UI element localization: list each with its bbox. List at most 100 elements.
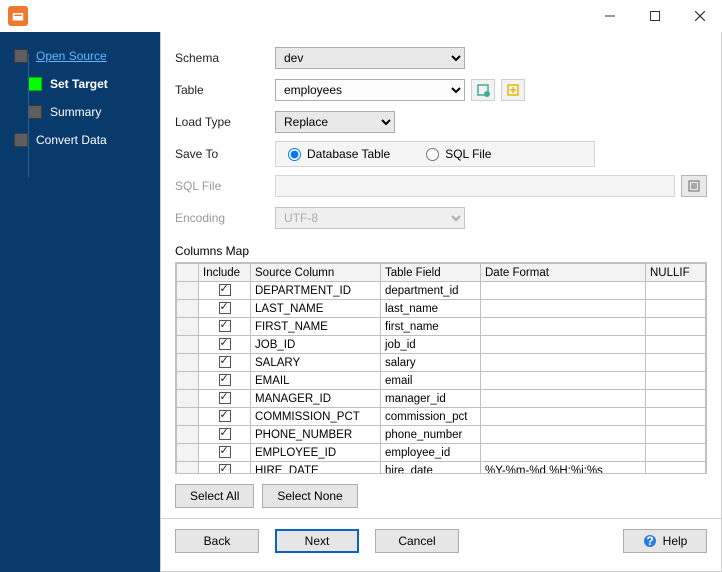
help-button[interactable]: ? Help — [623, 529, 707, 553]
cell-source[interactable]: COMMISSION_PCT — [251, 408, 381, 426]
cell-dateformat[interactable] — [481, 318, 646, 336]
row-header[interactable] — [177, 462, 199, 475]
cell-source[interactable]: PHONE_NUMBER — [251, 426, 381, 444]
row-header[interactable] — [177, 354, 199, 372]
sidebar-item-summary[interactable]: Summary — [0, 98, 160, 126]
cell-include[interactable] — [199, 318, 251, 336]
row-header[interactable] — [177, 408, 199, 426]
cell-field[interactable]: phone_number — [381, 426, 481, 444]
cell-include[interactable] — [199, 408, 251, 426]
next-button[interactable]: Next — [275, 529, 359, 553]
cell-field[interactable]: hire_date — [381, 462, 481, 475]
saveto-sqlfile-radio[interactable]: SQL File — [426, 147, 491, 161]
cell-source[interactable]: HIRE_DATE — [251, 462, 381, 475]
table-row[interactable]: COMMISSION_PCTcommission_pct — [177, 408, 706, 426]
table-row[interactable]: SALARYsalary — [177, 354, 706, 372]
cell-field[interactable]: last_name — [381, 300, 481, 318]
table-row[interactable]: PHONE_NUMBERphone_number — [177, 426, 706, 444]
table-row[interactable]: FIRST_NAMEfirst_name — [177, 318, 706, 336]
cell-include[interactable] — [199, 426, 251, 444]
row-header[interactable] — [177, 336, 199, 354]
cell-include[interactable] — [199, 336, 251, 354]
cell-source[interactable]: EMAIL — [251, 372, 381, 390]
cell-include[interactable] — [199, 372, 251, 390]
cell-source[interactable]: EMPLOYEE_ID — [251, 444, 381, 462]
cell-field[interactable]: employee_id — [381, 444, 481, 462]
cell-dateformat[interactable] — [481, 426, 646, 444]
cell-field[interactable]: department_id — [381, 282, 481, 300]
col-field[interactable]: Table Field — [381, 264, 481, 282]
cell-source[interactable]: LAST_NAME — [251, 300, 381, 318]
row-header[interactable] — [177, 282, 199, 300]
cell-include[interactable] — [199, 300, 251, 318]
cell-field[interactable]: salary — [381, 354, 481, 372]
table-row[interactable]: EMPLOYEE_IDemployee_id — [177, 444, 706, 462]
refresh-tables-button[interactable] — [471, 79, 495, 101]
cell-field[interactable]: commission_pct — [381, 408, 481, 426]
cell-nullif[interactable] — [646, 372, 706, 390]
cell-source[interactable]: MANAGER_ID — [251, 390, 381, 408]
cell-source[interactable]: JOB_ID — [251, 336, 381, 354]
select-all-button[interactable]: Select All — [175, 484, 254, 508]
window-minimize-button[interactable] — [587, 1, 632, 31]
sidebar-item-open-source[interactable]: Open Source — [0, 42, 160, 70]
sidebar-item-set-target[interactable]: Set Target — [0, 70, 160, 98]
col-source[interactable]: Source Column — [251, 264, 381, 282]
table-row[interactable]: DEPARTMENT_IDdepartment_id — [177, 282, 706, 300]
cell-include[interactable] — [199, 354, 251, 372]
cell-nullif[interactable] — [646, 390, 706, 408]
row-header[interactable] — [177, 444, 199, 462]
back-button[interactable]: Back — [175, 529, 259, 553]
cell-field[interactable]: first_name — [381, 318, 481, 336]
cell-include[interactable] — [199, 282, 251, 300]
select-none-button[interactable]: Select None — [262, 484, 357, 508]
row-header[interactable] — [177, 300, 199, 318]
cell-nullif[interactable] — [646, 282, 706, 300]
cell-nullif[interactable] — [646, 426, 706, 444]
cell-source[interactable]: DEPARTMENT_ID — [251, 282, 381, 300]
col-include[interactable]: Include — [199, 264, 251, 282]
cell-source[interactable]: FIRST_NAME — [251, 318, 381, 336]
cell-dateformat[interactable] — [481, 300, 646, 318]
cell-dateformat[interactable] — [481, 354, 646, 372]
cell-include[interactable] — [199, 444, 251, 462]
cell-nullif[interactable] — [646, 354, 706, 372]
table-row[interactable]: LAST_NAMElast_name — [177, 300, 706, 318]
sidebar-item-convert-data[interactable]: Convert Data — [0, 126, 160, 154]
cell-dateformat[interactable] — [481, 444, 646, 462]
row-header[interactable] — [177, 318, 199, 336]
columns-grid[interactable]: Include Source Column Table Field Date F… — [175, 262, 707, 474]
window-maximize-button[interactable] — [632, 1, 677, 31]
cancel-button[interactable]: Cancel — [375, 529, 459, 553]
cell-include[interactable] — [199, 462, 251, 475]
loadtype-select[interactable]: Replace — [275, 111, 395, 133]
sqlfile-browse-button[interactable] — [681, 175, 707, 197]
cell-field[interactable]: manager_id — [381, 390, 481, 408]
window-close-button[interactable] — [677, 1, 722, 31]
cell-nullif[interactable] — [646, 462, 706, 475]
cell-nullif[interactable] — [646, 318, 706, 336]
row-header[interactable] — [177, 390, 199, 408]
cell-include[interactable] — [199, 390, 251, 408]
schema-select[interactable]: dev — [275, 47, 465, 69]
table-row[interactable]: EMAILemail — [177, 372, 706, 390]
cell-field[interactable]: email — [381, 372, 481, 390]
cell-nullif[interactable] — [646, 300, 706, 318]
cell-source[interactable]: SALARY — [251, 354, 381, 372]
saveto-database-radio[interactable]: Database Table — [288, 147, 390, 161]
cell-field[interactable]: job_id — [381, 336, 481, 354]
cell-nullif[interactable] — [646, 408, 706, 426]
table-row[interactable]: MANAGER_IDmanager_id — [177, 390, 706, 408]
col-nullif[interactable]: NULLIF — [646, 264, 706, 282]
cell-dateformat[interactable] — [481, 390, 646, 408]
row-header[interactable] — [177, 426, 199, 444]
row-header[interactable] — [177, 372, 199, 390]
table-select[interactable]: employees — [275, 79, 465, 101]
cell-nullif[interactable] — [646, 336, 706, 354]
table-row[interactable]: HIRE_DATEhire_date%Y-%m-%d %H:%i:%s — [177, 462, 706, 475]
cell-nullif[interactable] — [646, 444, 706, 462]
cell-dateformat[interactable] — [481, 336, 646, 354]
cell-dateformat[interactable] — [481, 282, 646, 300]
table-row[interactable]: JOB_IDjob_id — [177, 336, 706, 354]
cell-dateformat[interactable] — [481, 408, 646, 426]
